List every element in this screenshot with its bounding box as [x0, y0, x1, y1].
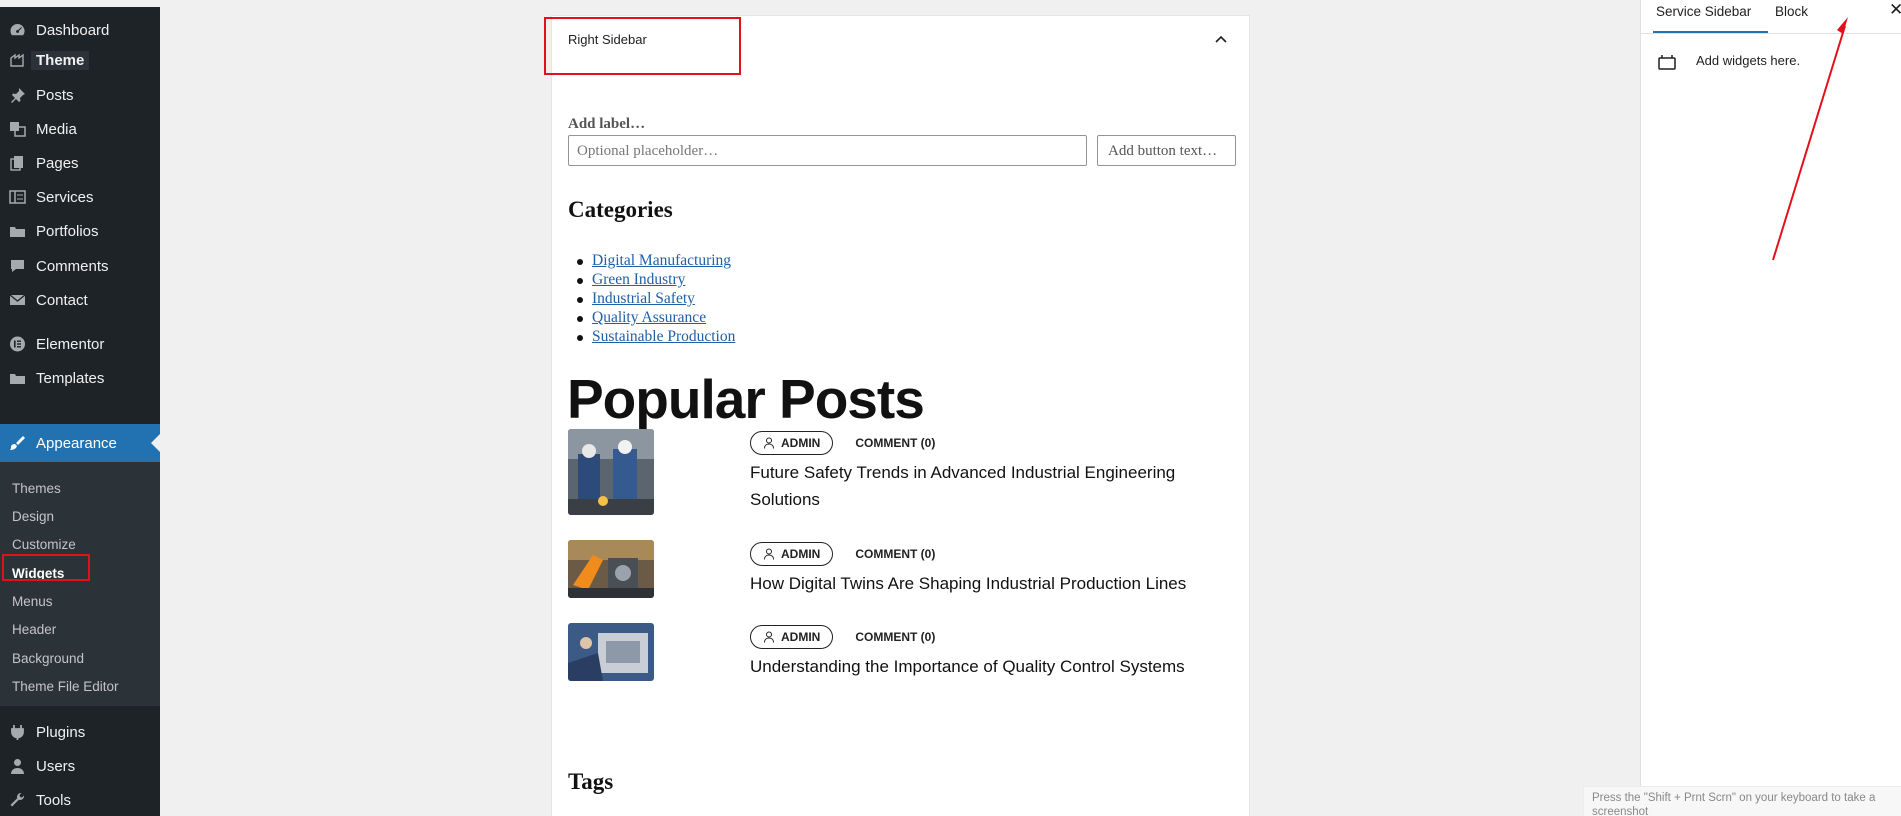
annotation-arrow — [1772, 17, 1848, 261]
screenshot-hint-toast: Press the "Shift + Prnt Scrn" on your ke… — [1583, 786, 1901, 816]
